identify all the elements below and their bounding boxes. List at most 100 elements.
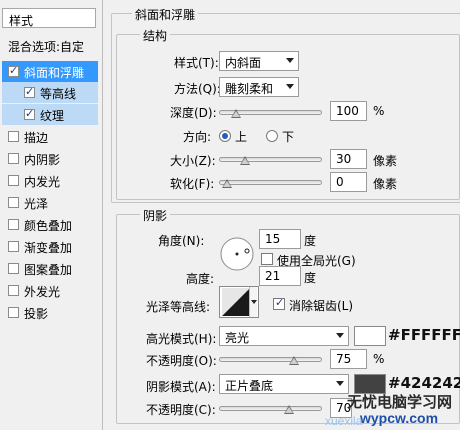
soften-slider-thumb[interactable] (222, 179, 232, 188)
contour-dropdown-button[interactable] (249, 287, 257, 317)
sidebar-item-inner-glow[interactable]: 内发光 (2, 170, 98, 191)
sidebar-item-texture[interactable]: 纹理 (2, 104, 98, 125)
highlight-mode-select[interactable]: 亮光 (219, 326, 349, 346)
pattern-overlay-checkbox[interactable] (8, 263, 19, 274)
size-unit: 像素 (373, 154, 398, 168)
shadow-mode-label: 阴影模式(A): (146, 380, 216, 394)
soften-unit: 像素 (373, 177, 398, 191)
sidebar-item-satin[interactable]: 光泽 (2, 192, 98, 213)
anti-alias-checkbox[interactable] (273, 296, 285, 310)
shadow-color-hex: #424242 (388, 374, 460, 392)
highlight-opacity-slider[interactable] (219, 356, 322, 365)
sidebar-item-gradient-overlay[interactable]: 渐变叠加 (2, 236, 98, 257)
direction-down-radio[interactable] (266, 130, 278, 142)
sidebar-item-stroke[interactable]: 描边 (2, 126, 98, 147)
shadow-mode-value: 正片叠底 (225, 379, 274, 393)
sidebar-item-label: 渐变叠加 (24, 241, 73, 255)
technique-label: 方法(Q): (174, 82, 221, 96)
sidebar-item-color-overlay[interactable]: 颜色叠加 (2, 214, 98, 235)
sidebar-item-label: 内发光 (24, 175, 61, 189)
satin-checkbox[interactable] (8, 197, 19, 208)
soften-label: 软化(F): (170, 177, 215, 191)
shadow-mode-select[interactable]: 正片叠底 (219, 374, 349, 394)
sidebar-item-outer-glow[interactable]: 外发光 (2, 280, 98, 301)
depth-unit: % (373, 104, 385, 118)
anti-alias-label: 消除锯齿(L) (289, 299, 354, 313)
gradient-overlay-checkbox[interactable] (8, 241, 19, 252)
shadow-opacity-thumb[interactable] (284, 405, 295, 414)
sidebar-item-label: 外发光 (24, 285, 61, 299)
chevron-down-icon (286, 58, 294, 63)
altitude-label: 高度: (186, 272, 215, 286)
contour-checkbox[interactable] (24, 85, 35, 98)
size-slider-thumb[interactable] (239, 156, 250, 165)
depth-slider[interactable] (219, 109, 322, 118)
inner-shadow-checkbox[interactable] (8, 153, 19, 164)
bevel-emboss-title: 斜面和浮雕 (132, 6, 199, 23)
technique-select[interactable]: 雕刻柔和 (219, 77, 299, 97)
gloss-contour-picker[interactable] (219, 286, 259, 318)
chevron-down-icon (336, 333, 344, 338)
sidebar-item-contour[interactable]: 等高线 (2, 82, 98, 103)
angle-input[interactable]: 15 (259, 229, 301, 249)
blending-options-item[interactable]: 混合选项:自定 (2, 35, 98, 56)
global-light-checkbox[interactable] (261, 253, 273, 265)
style-select[interactable]: 内斜面 (219, 51, 299, 71)
angle-dial[interactable] (219, 236, 255, 272)
sidebar-item-bevel-emboss[interactable]: 斜面和浮雕 (2, 61, 98, 82)
structure-title: 结构 (140, 27, 171, 44)
highlight-mode-value: 亮光 (225, 331, 250, 345)
highlight-opacity-input[interactable]: 75 (330, 349, 367, 369)
stroke-checkbox[interactable] (8, 131, 19, 142)
sidebar-item-pattern-overlay[interactable]: 图案叠加 (2, 258, 98, 279)
technique-select-value: 雕刻柔和 (225, 82, 274, 96)
chevron-down-icon (286, 84, 294, 89)
size-input[interactable]: 30 (330, 149, 367, 169)
watermark-faint: xuexila (325, 414, 363, 428)
contour-preview-icon (222, 288, 250, 316)
sidebar-item-label: 纹理 (40, 109, 65, 123)
direction-label: 方向: (183, 130, 212, 144)
direction-up-radio[interactable] (219, 130, 231, 142)
sidebar-item-label: 等高线 (40, 87, 77, 101)
watermark-url: wypcw.com (360, 410, 439, 426)
depth-input[interactable]: 100 (330, 101, 367, 121)
styles-header[interactable]: 样式 (2, 8, 96, 28)
depth-slider-thumb[interactable] (230, 109, 241, 118)
sidebar-item-label: 光泽 (24, 197, 49, 211)
soften-input[interactable]: 0 (330, 172, 367, 192)
size-label: 大小(Z): (170, 154, 216, 168)
highlight-opacity-thumb[interactable] (288, 356, 299, 365)
bevel-emboss-checkbox[interactable] (8, 64, 19, 77)
chevron-down-icon (336, 381, 344, 386)
outer-glow-checkbox[interactable] (8, 285, 19, 296)
sidebar-item-inner-shadow[interactable]: 内阴影 (2, 148, 98, 169)
highlight-opacity-label: 不透明度(O): (146, 354, 217, 368)
soften-slider[interactable] (219, 179, 322, 188)
drop-shadow-checkbox[interactable] (8, 307, 19, 318)
color-overlay-checkbox[interactable] (8, 219, 19, 230)
direction-up-label: 上 (235, 130, 248, 144)
size-slider[interactable] (219, 156, 322, 165)
sidebar-item-label: 颜色叠加 (24, 219, 73, 233)
angle-unit: 度 (304, 234, 317, 248)
watermark-title: 无忧电脑学习网 (347, 394, 453, 411)
altitude-input[interactable]: 21 (259, 266, 301, 286)
style-label: 样式(T): (174, 56, 219, 70)
altitude-unit: 度 (304, 271, 317, 285)
style-select-value: 内斜面 (225, 56, 262, 70)
direction-down-label: 下 (282, 130, 295, 144)
texture-checkbox[interactable] (24, 107, 35, 120)
angle-label: 角度(N): (158, 234, 205, 248)
gloss-contour-label: 光泽等高线: (146, 300, 211, 314)
shadow-opacity-label: 不透明度(C): (146, 403, 216, 417)
highlight-color-hex: #FFFFFF (388, 326, 460, 344)
highlight-color-swatch[interactable] (354, 326, 386, 346)
shadow-opacity-slider[interactable] (219, 405, 322, 414)
sidebar-item-label: 描边 (24, 131, 49, 145)
inner-glow-checkbox[interactable] (8, 175, 19, 186)
sidebar-item-label: 斜面和浮雕 (24, 66, 85, 80)
highlight-mode-label: 高光模式(H): (146, 332, 217, 346)
sidebar-item-label: 图案叠加 (24, 263, 73, 277)
sidebar-item-drop-shadow[interactable]: 投影 (2, 302, 98, 323)
